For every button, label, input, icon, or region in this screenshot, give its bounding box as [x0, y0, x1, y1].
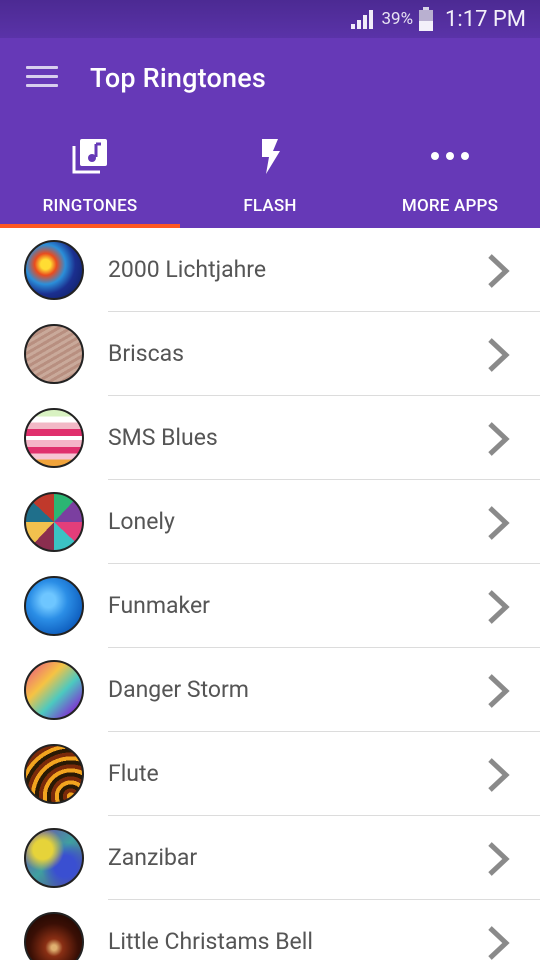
ringtone-thumbnail	[24, 828, 84, 888]
ringtone-row[interactable]: Lonely	[0, 480, 540, 564]
tab-bar: RINGTONES FLASH MORE APPS	[0, 128, 540, 228]
ringtone-title: Flute	[108, 760, 159, 787]
ringtone-title: Briscas	[108, 340, 185, 367]
ringtone-thumbnail	[24, 408, 84, 468]
chevron-right-icon	[488, 338, 510, 372]
more-dots-icon	[430, 136, 470, 176]
ringtone-row[interactable]: Funmaker	[0, 564, 540, 648]
app-title: Top Ringtones	[90, 62, 267, 94]
ringtone-row[interactable]: Zanzibar	[0, 816, 540, 900]
ringtone-title: 2000 Lichtjahre	[108, 256, 267, 283]
ringtone-thumbnail	[24, 912, 84, 960]
ringtone-thumbnail	[24, 492, 84, 552]
ringtone-title: Little Christams Bell	[108, 928, 313, 955]
ringtone-row[interactable]: 2000 Lichtjahre	[0, 228, 540, 312]
tab-flash[interactable]: FLASH	[180, 128, 360, 228]
chevron-right-icon	[488, 506, 510, 540]
chevron-right-icon	[488, 590, 510, 624]
ringtone-thumbnail	[24, 744, 84, 804]
hamburger-menu-icon[interactable]	[26, 66, 58, 92]
ringtone-row[interactable]: Flute	[0, 732, 540, 816]
battery-percent: 39%	[381, 9, 414, 29]
tab-ringtones-label: RINGTONES	[42, 196, 138, 216]
chevron-right-icon	[488, 926, 510, 960]
tab-more-apps-label: MORE APPS	[401, 196, 499, 216]
ringtone-row[interactable]: SMS Blues	[0, 396, 540, 480]
tab-more-apps[interactable]: MORE APPS	[360, 128, 540, 228]
ringtone-thumbnail	[24, 660, 84, 720]
ringtone-thumbnail	[24, 576, 84, 636]
music-library-icon	[71, 136, 109, 176]
status-time: 1:17 PM	[445, 6, 526, 32]
app-bar: Top Ringtones RINGTONES FLASH MORE APPS	[0, 38, 540, 228]
tab-ringtones[interactable]: RINGTONES	[0, 128, 180, 228]
ringtone-title: Zanzibar	[108, 844, 198, 871]
ringtone-title: Lonely	[108, 508, 175, 535]
ringtone-title: Funmaker	[108, 592, 210, 619]
ringtone-title: Danger Storm	[108, 676, 249, 703]
tab-flash-label: FLASH	[243, 196, 297, 216]
flash-icon	[258, 136, 282, 176]
ringtone-thumbnail	[24, 324, 84, 384]
status-bar: 39% 1:17 PM	[0, 0, 540, 38]
chevron-right-icon	[488, 422, 510, 456]
ringtone-title: SMS Blues	[108, 424, 218, 451]
ringtone-list: 2000 Lichtjahre Briscas SMS Blues Lonely…	[0, 228, 540, 960]
ringtone-thumbnail	[24, 240, 84, 300]
status-indicators: 39% 1:17 PM	[349, 6, 526, 32]
chevron-right-icon	[488, 842, 510, 876]
chevron-right-icon	[488, 254, 510, 288]
battery-icon	[419, 7, 434, 31]
chevron-right-icon	[488, 674, 510, 708]
signal-strength-icon	[349, 8, 375, 30]
ringtone-row[interactable]: Little Christams Bell	[0, 900, 540, 960]
chevron-right-icon	[488, 758, 510, 792]
ringtone-row[interactable]: Danger Storm	[0, 648, 540, 732]
ringtone-row[interactable]: Briscas	[0, 312, 540, 396]
